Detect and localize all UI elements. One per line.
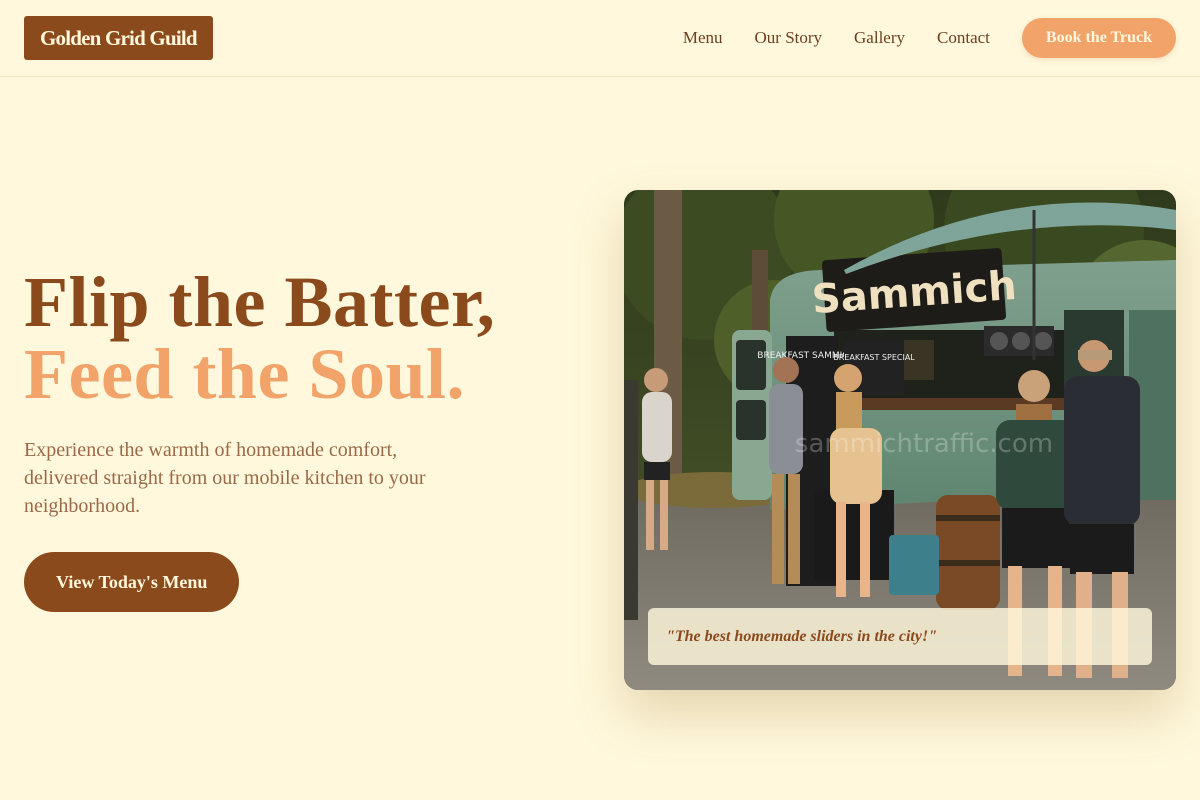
book-truck-button[interactable]: Book the Truck [1021,18,1176,58]
nav-link-menu[interactable]: Menu [683,28,723,48]
nav-link-our-story[interactable]: Our Story [755,28,823,48]
nav-link-contact[interactable]: Contact [937,28,990,48]
view-menu-button[interactable]: View Today's Menu [24,552,240,612]
chalkboard-2-text: BREAKFAST SPECIAL [833,353,915,362]
food-truck-photo: Sammich BREAKFAST SAMMICHES BREAKFAST SP… [624,190,1176,690]
site-header: Golden Grid Guild Menu Our Story Gallery… [0,0,1200,77]
testimonial-quote: "The best homemade sliders in the city!" [648,608,1152,665]
hero-subtitle: Experience the warmth of homemade comfor… [24,439,426,517]
brand-logo[interactable]: Golden Grid Guild [24,16,213,60]
hero-title: Flip the Batter, Feed the Soul. [24,266,584,410]
nav-link-gallery[interactable]: Gallery [854,28,905,48]
watermark-text: sammichtraffic.com [795,429,1053,459]
main-nav: Menu Our Story Gallery Contact Book the … [683,18,1176,58]
hero-title-line-1: Flip the Batter, [24,262,496,342]
hero-title-line-2: Feed the Soul. [24,334,466,414]
